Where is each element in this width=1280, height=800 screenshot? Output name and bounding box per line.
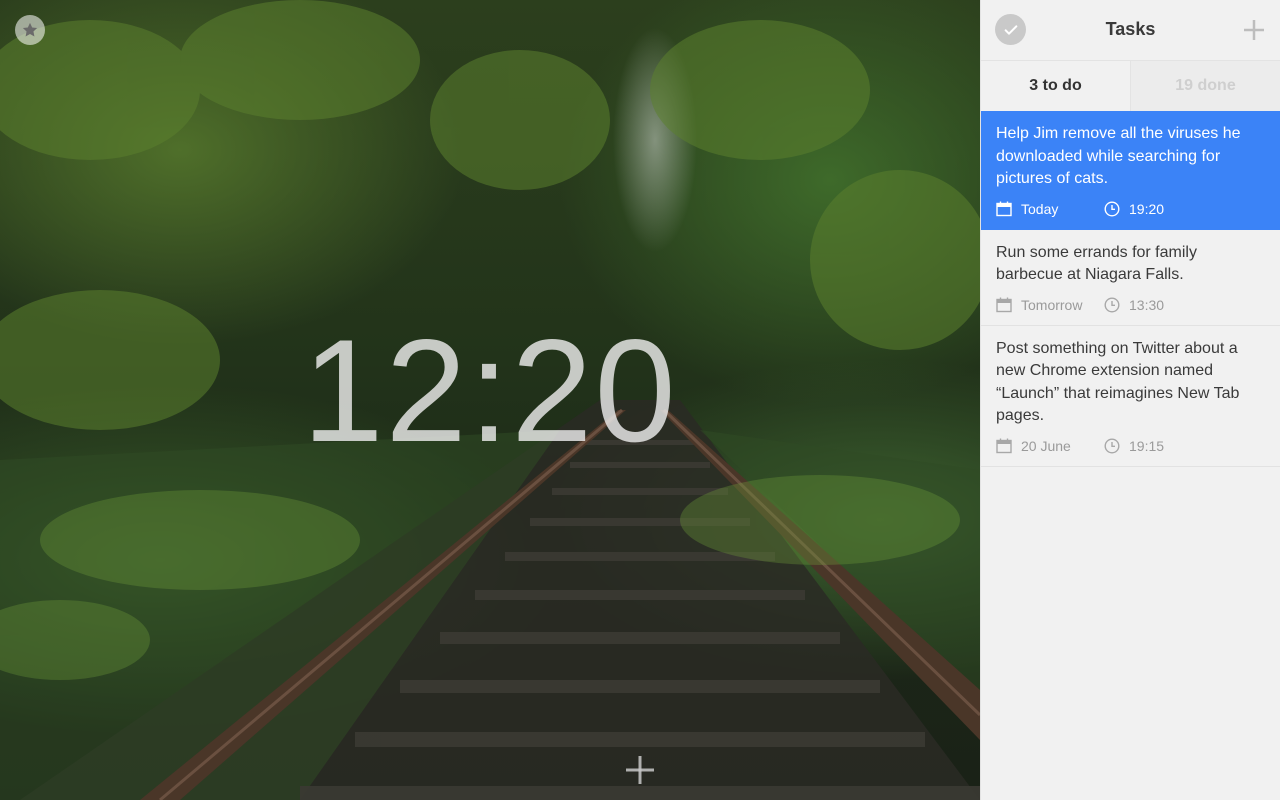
clock-icon — [1104, 200, 1120, 217]
task-time: 13:30 — [1104, 297, 1164, 313]
new-task-button[interactable] — [1242, 18, 1266, 42]
favorite-button[interactable] — [15, 15, 45, 45]
task-meta: 20 June 19:15 — [996, 436, 1265, 456]
calendar-icon — [996, 201, 1012, 216]
new-tab-page: 12:20 Tasks 3 to do 19 done Help Jim rem… — [0, 0, 1280, 800]
task-time: 19:20 — [1104, 201, 1164, 217]
task-date-label: Tomorrow — [1021, 296, 1083, 313]
task-time-label: 13:30 — [1129, 296, 1165, 313]
task-time: 19:15 — [1104, 438, 1164, 454]
task-meta: Today 19:20 — [996, 199, 1265, 219]
task-tabs: 3 to do 19 done — [981, 60, 1280, 111]
task-date-label: 20 June — [1021, 437, 1071, 454]
task-date: Today — [996, 201, 1104, 217]
task-meta: Tomorrow 13:30 — [996, 295, 1265, 315]
task-item[interactable]: Run some errands for family barbecue at … — [981, 230, 1280, 326]
task-item[interactable]: Help Jim remove all the viruses he downl… — [981, 111, 1280, 230]
panel-header: Tasks — [981, 0, 1280, 60]
panel-title: Tasks — [1105, 19, 1156, 39]
tasks-panel: Tasks 3 to do 19 done Help Jim remove al… — [980, 0, 1280, 800]
task-date: 20 June — [996, 438, 1104, 454]
task-list: Help Jim remove all the viruses he downl… — [981, 111, 1280, 467]
tab-to-do[interactable]: 3 to do — [981, 61, 1130, 111]
add-widget-button[interactable] — [620, 750, 660, 790]
background-photo: 12:20 — [0, 0, 980, 800]
calendar-icon — [996, 438, 1012, 453]
task-date-label: Today — [1021, 200, 1059, 217]
plus-icon — [626, 756, 654, 784]
calendar-icon — [996, 297, 1012, 312]
tab-done[interactable]: 19 done — [1130, 61, 1280, 111]
plus-icon — [1244, 20, 1264, 40]
star-icon — [22, 22, 38, 37]
task-text: Help Jim remove all the viruses he downl… — [996, 125, 1241, 187]
task-date: Tomorrow — [996, 297, 1104, 313]
clock-icon — [1104, 437, 1120, 454]
task-time-label: 19:15 — [1129, 437, 1165, 454]
task-text: Run some errands for family barbecue at … — [996, 243, 1197, 284]
task-time-label: 19:20 — [1129, 200, 1165, 217]
task-item[interactable]: Post something on Twitter about a new Ch… — [981, 326, 1280, 467]
clock-icon — [1104, 296, 1120, 313]
clock-display: 12:20 — [302, 309, 678, 472]
task-text: Post something on Twitter about a new Ch… — [996, 339, 1240, 425]
